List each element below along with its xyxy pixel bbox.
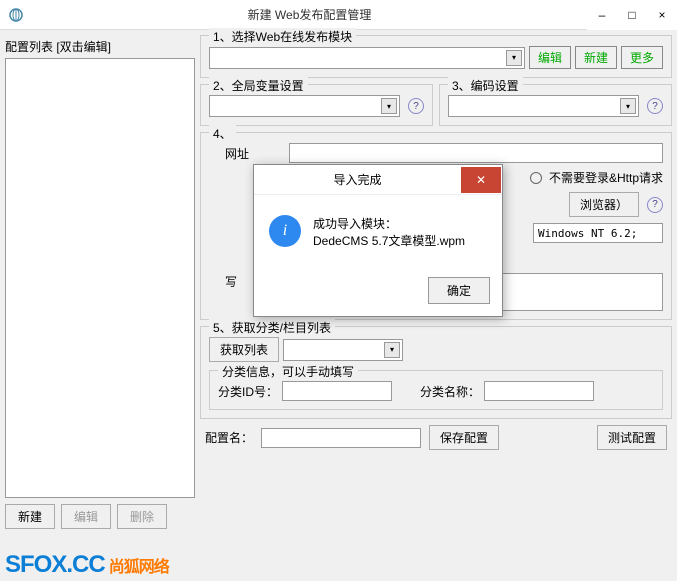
category-name-input[interactable]	[484, 381, 594, 401]
config-listbox[interactable]	[5, 58, 195, 498]
section-3: 3、编码设置 ▾ ?	[439, 84, 672, 126]
module-dropdown[interactable]: ▾	[209, 47, 525, 69]
maximize-button[interactable]: □	[617, 0, 647, 30]
get-list-button[interactable]: 获取列表	[209, 337, 279, 362]
addr-label: 网址	[225, 145, 285, 162]
new-config-button[interactable]: 新建	[5, 504, 55, 529]
dialog-ok-button[interactable]: 确定	[428, 277, 490, 304]
chevron-down-icon: ▾	[620, 98, 636, 114]
help-icon[interactable]: ?	[408, 98, 424, 114]
dialog-title: 导入完成	[254, 171, 461, 188]
close-button[interactable]: ×	[647, 0, 677, 30]
app-icon	[4, 3, 28, 27]
new-module-button[interactable]: 新建	[575, 46, 617, 69]
section-1: 1、选择Web在线发布模块 ▾ 编辑 新建 更多	[200, 35, 672, 78]
chevron-down-icon: ▾	[384, 342, 400, 358]
category-name-label: 分类名称：	[420, 383, 480, 400]
global-var-dropdown[interactable]: ▾	[209, 95, 400, 117]
addr-input[interactable]	[289, 143, 663, 163]
edit-module-button[interactable]: 编辑	[529, 46, 571, 69]
minimize-button[interactable]: –	[587, 0, 617, 30]
delete-config-button[interactable]: 删除	[117, 504, 167, 529]
encoding-dropdown[interactable]: ▾	[448, 95, 639, 117]
section-5: 5、获取分类/栏目列表 获取列表 ▾ 分类信息，可以手动填写 分类ID号： 分类…	[200, 326, 672, 419]
radio-no-login-label: 不需要登录&Http请求	[549, 169, 663, 186]
window-title: 新建 Web发布配置管理	[32, 6, 587, 23]
browser-button[interactable]: 浏览器）	[569, 192, 639, 217]
help-icon[interactable]: ?	[647, 98, 663, 114]
chevron-down-icon: ▾	[506, 50, 522, 66]
dialog-close-button[interactable]: ✕	[461, 167, 501, 193]
radio-no-login[interactable]	[530, 172, 542, 184]
section-5-title: 5、获取分类/栏目列表	[209, 319, 335, 336]
dialog-message-2: DedeCMS 5.7文章模型.wpm	[313, 232, 465, 249]
test-config-button[interactable]: 测试配置	[597, 425, 667, 450]
section-1-title: 1、选择Web在线发布模块	[209, 28, 356, 45]
category-sub-label: 分类信息，可以手动填写	[218, 363, 358, 380]
more-module-button[interactable]: 更多	[621, 46, 663, 69]
help-icon[interactable]: ?	[647, 197, 663, 213]
category-id-label: 分类ID号：	[218, 383, 278, 400]
chevron-down-icon: ▾	[381, 98, 397, 114]
section-4-title: 4、	[209, 125, 236, 142]
save-config-button[interactable]: 保存配置	[429, 425, 499, 450]
ua-field[interactable]: Windows NT 6.2;	[533, 223, 663, 243]
titlebar: 新建 Web发布配置管理 – □ ×	[0, 0, 677, 30]
config-list-label: 配置列表 [双击编辑]	[5, 35, 195, 58]
config-name-label: 配置名：	[205, 429, 253, 446]
section-2-title: 2、全局变量设置	[209, 77, 308, 94]
dialog-message-1: 成功导入模块：	[313, 215, 465, 232]
edit-config-button[interactable]: 编辑	[61, 504, 111, 529]
import-complete-dialog: 导入完成 ✕ i 成功导入模块： DedeCMS 5.7文章模型.wpm 确定	[253, 164, 503, 317]
section-2: 2、全局变量设置 ▾ ?	[200, 84, 433, 126]
watermark: SFOX.CC 尚狐网络	[5, 551, 169, 579]
category-info-group: 分类信息，可以手动填写 分类ID号： 分类名称：	[209, 370, 663, 410]
list-dropdown[interactable]: ▾	[283, 339, 403, 361]
category-id-input[interactable]	[282, 381, 392, 401]
config-name-input[interactable]	[261, 428, 421, 448]
info-icon: i	[269, 215, 301, 247]
section-3-title: 3、编码设置	[448, 77, 523, 94]
